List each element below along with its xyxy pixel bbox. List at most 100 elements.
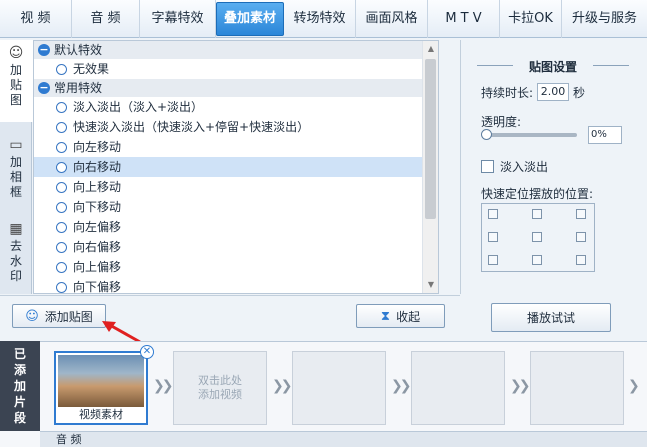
side-char: 加 xyxy=(13,379,26,393)
clip-hint: 双击此处 添加视频 xyxy=(174,374,266,402)
frame-icon: ▭ xyxy=(9,137,23,153)
effect-item[interactable]: 向上偏移 xyxy=(34,257,438,277)
scroll-thumb[interactable] xyxy=(425,59,436,219)
chevron-right-icon: ❯❯ xyxy=(510,378,531,394)
chevron-right-icon: ❯❯ xyxy=(272,378,293,394)
position-top-center[interactable] xyxy=(532,209,542,219)
settings-title: 贴图设置 xyxy=(467,58,639,75)
tab-picture-style[interactable]: 画面风格 xyxy=(356,0,428,38)
side-tab-bar: ☺ 加贴图 ▭ 加相框 ▦ 去水印 xyxy=(0,40,33,294)
effect-item[interactable]: 快速淡入淡出（快速淡入+停留+快速淡出） xyxy=(34,117,438,137)
tab-upgrade-service[interactable]: 升级与服务 xyxy=(562,0,647,38)
position-middle-right[interactable] xyxy=(576,232,586,242)
slider-handle[interactable] xyxy=(481,129,492,140)
empty-clip-slot[interactable] xyxy=(292,351,386,425)
tab-video[interactable]: 视 频 xyxy=(0,0,72,38)
sticker-settings-panel: 贴图设置 持续时长: 2.00 秒 透明度: 0% 淡入淡出 快速定位摆放的位置… xyxy=(460,40,647,294)
tab-overlay-material[interactable]: 叠加素材 xyxy=(216,2,284,36)
collapse-icon[interactable]: − xyxy=(38,44,50,56)
group-header-default[interactable]: − 默认特效 xyxy=(34,41,438,59)
position-bottom-center[interactable] xyxy=(532,255,542,265)
side-tab-remove-watermark[interactable]: ▦ 去水印 xyxy=(0,216,32,294)
side-tab-add-sticker[interactable]: ☺ 加贴图 xyxy=(0,40,33,122)
effect-item-selected[interactable]: 向右移动 xyxy=(34,157,438,177)
divider xyxy=(0,295,460,296)
list-scrollbar[interactable]: ▲ ▼ xyxy=(422,41,438,293)
radio-icon xyxy=(56,221,67,233)
empty-clip-slot[interactable]: 双击此处 添加视频 xyxy=(173,351,267,425)
added-clips-label: 已 添 加 片 段 xyxy=(0,341,40,431)
side-tab-add-frame[interactable]: ▭ 加相框 xyxy=(0,132,32,210)
opacity-input[interactable]: 0% xyxy=(588,126,622,144)
fade-checkbox-row[interactable]: 淡入淡出 xyxy=(481,158,548,175)
video-clip[interactable]: 视频素材 ✕ xyxy=(54,345,154,425)
effect-item[interactable]: 向下偏移 xyxy=(34,277,438,293)
audio-track[interactable]: 音 频 xyxy=(40,431,647,447)
add-sticker-button[interactable]: ☺ 添加贴图 xyxy=(12,304,106,328)
button-label: 添加贴图 xyxy=(44,309,93,324)
scroll-down-icon[interactable]: ▼ xyxy=(423,277,438,293)
duration-unit: 秒 xyxy=(573,85,586,100)
fade-label: 淡入淡出 xyxy=(500,160,549,174)
tab-mtv[interactable]: M T V xyxy=(428,0,500,38)
effect-item[interactable]: 向右偏移 xyxy=(34,237,438,257)
chevron-right-icon: ❯❯ xyxy=(391,378,412,394)
side-char: 已 xyxy=(13,347,26,361)
chevron-right-icon: ❯❯ xyxy=(153,378,174,394)
effect-item[interactable]: 向下移动 xyxy=(34,197,438,217)
effect-label: 向左移动 xyxy=(73,140,122,154)
collapse-icon: ⧗ xyxy=(380,308,391,324)
collapse-button[interactable]: ⧗ 收起 xyxy=(356,304,445,328)
radio-icon xyxy=(56,201,67,213)
effect-item[interactable]: 无效果 xyxy=(34,59,438,79)
side-tab-label: 加贴图 xyxy=(9,63,22,107)
effect-item[interactable]: 向上移动 xyxy=(34,177,438,197)
effect-item[interactable]: 向左移动 xyxy=(34,137,438,157)
clip-caption: 视频素材 xyxy=(56,407,146,423)
scroll-up-icon[interactable]: ▲ xyxy=(423,41,438,57)
position-top-left[interactable] xyxy=(488,209,498,219)
group-header-common[interactable]: − 常用特效 xyxy=(34,79,438,97)
tab-subtitle-effects[interactable]: 字幕特效 xyxy=(140,0,216,38)
position-top-right[interactable] xyxy=(576,209,586,219)
tab-audio[interactable]: 音 频 xyxy=(72,0,140,38)
duration-input[interactable]: 2.00 xyxy=(537,83,570,101)
button-label: 收起 xyxy=(396,309,421,324)
radio-icon xyxy=(56,241,67,253)
side-tab-label: 加相框 xyxy=(9,155,22,199)
add-sticker-icon: ☺ xyxy=(8,45,24,61)
top-tab-bar: 视 频 音 频 字幕特效 叠加素材 转场特效 画面风格 M T V 卡拉OK 升… xyxy=(0,0,647,38)
position-middle-left[interactable] xyxy=(488,232,498,242)
empty-clip-slot[interactable] xyxy=(530,351,624,425)
tab-karaoke[interactable]: 卡拉OK xyxy=(500,0,562,38)
side-char: 段 xyxy=(13,411,26,425)
opacity-slider[interactable] xyxy=(481,129,577,140)
effect-label: 淡入淡出（淡入+淡出） xyxy=(73,100,204,114)
hint-line: 双击此处 xyxy=(198,374,242,387)
collapse-icon[interactable]: − xyxy=(38,82,50,94)
fade-checkbox[interactable] xyxy=(481,160,494,173)
position-bottom-left[interactable] xyxy=(488,255,498,265)
radio-icon xyxy=(56,63,67,75)
effect-item[interactable]: 向左偏移 xyxy=(34,217,438,237)
tab-transition-effects[interactable]: 转场特效 xyxy=(284,0,356,38)
effect-item[interactable]: 淡入淡出（淡入+淡出） xyxy=(34,97,438,117)
position-center[interactable] xyxy=(532,232,542,242)
close-icon[interactable]: ✕ xyxy=(140,345,154,359)
preview-button[interactable]: 播放试试 xyxy=(491,303,611,332)
empty-clip-slot[interactable] xyxy=(411,351,505,425)
effect-label: 向右移动 xyxy=(73,160,122,174)
chevron-right-icon: ❯ xyxy=(628,378,640,394)
side-char: 添 xyxy=(13,363,26,377)
position-bottom-right[interactable] xyxy=(576,255,586,265)
effect-label: 无效果 xyxy=(73,62,110,76)
duration-row: 持续时长: 2.00 秒 xyxy=(481,83,585,101)
radio-icon xyxy=(56,181,67,193)
add-sticker-icon: ☺ xyxy=(25,308,39,324)
radio-icon xyxy=(56,141,67,153)
effects-list: − 默认特效 无效果 − 常用特效 淡入淡出（淡入+淡出） 快速淡入淡出（快速淡… xyxy=(33,40,439,294)
position-grid xyxy=(481,203,595,272)
button-label: 播放试试 xyxy=(526,311,575,325)
radio-icon xyxy=(56,161,67,173)
clip-thumbnail xyxy=(58,355,144,407)
